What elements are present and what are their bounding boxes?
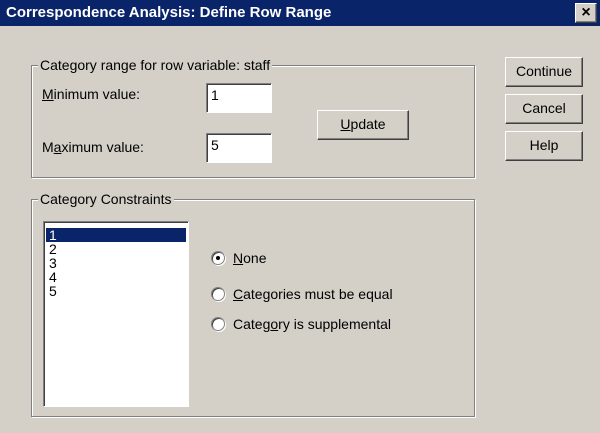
- category-list-item[interactable]: 1: [46, 228, 186, 242]
- update-button-mnemonic: U: [340, 116, 351, 132]
- minimum-value-label: Minimum value:: [42, 86, 140, 102]
- category-list-item[interactable]: 4: [46, 270, 186, 284]
- category-supplemental-label-text-start: Categ: [233, 316, 271, 332]
- maximum-value-label: Maximum value:: [42, 139, 144, 155]
- category-supplemental-radio-button[interactable]: [211, 317, 225, 331]
- category-list-item[interactable]: 5: [46, 284, 186, 298]
- category-listbox[interactable]: 1 2 3 4 5: [43, 221, 189, 407]
- continue-button[interactable]: Continue: [505, 57, 583, 87]
- categories-equal-label-text-end: ategories must be equal: [243, 286, 393, 302]
- categories-equal-mnemonic: C: [233, 286, 244, 302]
- category-range-group-label: Category range for row variable: staff: [38, 57, 273, 73]
- categories-equal-radio-button[interactable]: [211, 287, 225, 301]
- categories-equal-radio-label: Categories must be equal: [233, 286, 393, 302]
- cancel-button[interactable]: Cancel: [505, 94, 583, 124]
- category-list-item[interactable]: 2: [46, 242, 186, 256]
- radio-selected-dot: [216, 256, 220, 260]
- none-radio-label: None: [233, 250, 266, 266]
- category-supplemental-radio-label: Category is supplemental: [233, 316, 391, 332]
- help-button[interactable]: Help: [505, 131, 583, 161]
- category-supplemental-mnemonic: o: [270, 316, 279, 332]
- category-list-item[interactable]: 3: [46, 256, 186, 270]
- none-label-text-end: one: [243, 250, 267, 266]
- maximum-value-label-text-start: M: [42, 139, 54, 155]
- minimum-value-mnemonic: M: [42, 86, 54, 102]
- dialog-title: Correspondence Analysis: Define Row Rang…: [6, 4, 332, 21]
- close-icon[interactable]: ×: [575, 3, 597, 23]
- maximum-value-field[interactable]: 5: [206, 133, 272, 163]
- category-supplemental-label-text-end: ry is supplemental: [278, 316, 391, 332]
- maximum-value-label-text-end: ximum value:: [61, 139, 144, 155]
- none-radio-button[interactable]: [211, 251, 225, 265]
- category-constraints-group-label: Category Constraints: [38, 191, 174, 207]
- title-bar[interactable]: Correspondence Analysis: Define Row Rang…: [0, 0, 600, 26]
- minimum-value-label-text-end: inimum value:: [53, 86, 141, 102]
- update-button-text-end: pdate: [350, 116, 386, 132]
- none-mnemonic: N: [233, 250, 244, 266]
- minimum-value-field[interactable]: 1: [206, 83, 272, 113]
- define-row-range-dialog: Correspondence Analysis: Define Row Rang…: [0, 0, 600, 433]
- category-list: 1 2 3 4 5: [44, 222, 188, 298]
- update-button[interactable]: Update: [317, 110, 409, 140]
